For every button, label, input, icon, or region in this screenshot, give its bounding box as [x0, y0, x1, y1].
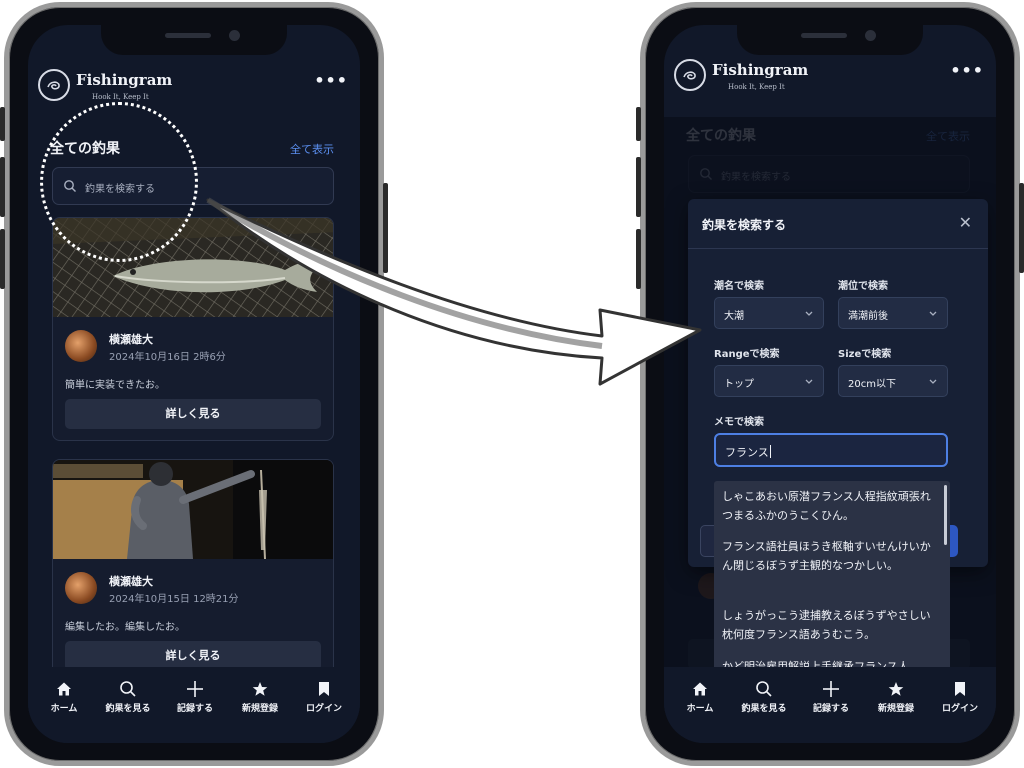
phone-side-button: [0, 229, 5, 289]
tide-level-select[interactable]: 満潮前後: [838, 297, 948, 329]
home-icon: [57, 682, 71, 696]
bookmark-icon: [319, 682, 329, 696]
plus-icon: [187, 681, 203, 697]
nav-label: 新規登録: [877, 704, 914, 714]
post-author: 横瀬雄大: [109, 333, 153, 346]
brand-tagline: Hook It, Keep It: [92, 93, 149, 101]
chevron-down-icon: [929, 379, 937, 384]
view-details-button[interactable]: 詳しく見る: [65, 399, 321, 429]
nav-home[interactable]: ホーム: [34, 679, 94, 714]
tide-level-label: 潮位で検索: [838, 281, 888, 292]
nav-label: ホーム: [50, 704, 78, 714]
phone-side-button: [383, 183, 388, 273]
logo-icon[interactable]: [674, 59, 706, 91]
phone-side-button: [636, 157, 641, 217]
avatar[interactable]: [65, 330, 97, 362]
nav-login[interactable]: ログイン: [930, 679, 990, 714]
notch: [101, 25, 287, 55]
text-caret: [769, 445, 771, 458]
bottom-nav: ホーム 釣果を見る 記録する 新規登録 ログイン: [664, 667, 996, 743]
phone-side-button: [0, 107, 5, 141]
show-all-link[interactable]: 全て表示: [290, 141, 334, 157]
phone-side-button: [0, 157, 5, 217]
tide-name-label: 潮名で検索: [714, 281, 764, 292]
memo-search-input[interactable]: フランス: [714, 433, 948, 467]
memo-value: フランス: [725, 446, 769, 459]
nav-signup[interactable]: 新規登録: [230, 679, 290, 714]
nav-label: 記録する: [176, 704, 213, 714]
select-value: 大潮: [724, 311, 744, 322]
modal-header: 釣果を検索する ✕: [688, 199, 988, 249]
nav-login[interactable]: ログイン: [294, 679, 354, 714]
search-icon: [756, 681, 772, 697]
size-label: Sizeで検索: [838, 349, 892, 360]
chevron-down-icon: [929, 311, 937, 316]
nav-label: 釣果を見る: [105, 704, 151, 714]
brand-tagline: Hook It, Keep It: [728, 83, 785, 91]
star-icon: [888, 682, 904, 696]
tide-name-select[interactable]: 大潮: [714, 297, 824, 329]
star-icon: [252, 682, 268, 696]
post-date: 2024年10月15日 12時21分: [109, 594, 239, 605]
nav-home[interactable]: ホーム: [670, 679, 730, 714]
more-dots-icon[interactable]: •••: [314, 71, 348, 90]
home-icon: [693, 682, 707, 696]
logo-icon[interactable]: [38, 69, 70, 101]
memo-label: メモで検索: [714, 417, 764, 428]
chevron-down-icon: [805, 379, 813, 384]
nav-browse[interactable]: 釣果を見る: [98, 679, 158, 714]
screen-right: Fishingram Hook It, Keep It ••• 全ての釣果 全て…: [664, 25, 996, 743]
modal-title: 釣果を検索する: [702, 218, 787, 232]
nav-signup[interactable]: 新規登録: [866, 679, 926, 714]
nav-label: ホーム: [686, 704, 714, 714]
select-value: トップ: [724, 379, 754, 390]
brand-name: Fishingram: [76, 71, 173, 89]
nav-record[interactable]: 記録する: [165, 679, 225, 714]
scrollbar[interactable]: [944, 485, 947, 545]
range-label: Rangeで検索: [714, 349, 780, 360]
avatar[interactable]: [65, 572, 97, 604]
highlight-circle: [40, 102, 198, 262]
autocomplete-dropdown: しゃこあおい原潜フランス人程指紋頑張れつまるふかのうこくひん。 フランス語社員ほ…: [714, 481, 950, 681]
select-value: 満潮前後: [848, 311, 888, 322]
autocomplete-option[interactable]: フランス語社員ほうき枢軸すいせんけいかん閉じるぼうず主観的なつかしい。: [722, 537, 940, 575]
nav-label: 新規登録: [241, 704, 278, 714]
phone-side-button: [636, 229, 641, 289]
phone-right: Fishingram Hook It, Keep It ••• 全ての釣果 全て…: [636, 2, 1024, 766]
bookmark-icon: [955, 682, 965, 696]
autocomplete-option[interactable]: しょうがっこう逮捕教えるぼうずやさしい枕何度フランス語あうむこう。: [722, 606, 940, 644]
search-icon: [120, 681, 136, 697]
nav-label: ログイン: [941, 704, 978, 714]
notch: [737, 25, 923, 55]
phone-left: Fishingram Hook It, Keep It ••• 全ての釣果 全て…: [0, 2, 388, 766]
post-photo-angler[interactable]: [53, 460, 333, 560]
post-body: 編集したお。編集したお。: [65, 622, 185, 633]
brand-name: Fishingram: [712, 61, 809, 79]
nav-label: ログイン: [305, 704, 342, 714]
nav-label: 釣果を見る: [741, 704, 787, 714]
nav-browse[interactable]: 釣果を見る: [734, 679, 794, 714]
phone-side-button: [1019, 183, 1024, 273]
more-dots-icon[interactable]: •••: [950, 61, 984, 80]
plus-icon: [823, 681, 839, 697]
post-author: 横瀬雄大: [109, 575, 153, 588]
close-icon[interactable]: ✕: [959, 213, 972, 232]
phone-side-button: [636, 107, 641, 141]
autocomplete-option[interactable]: しゃこあおい原潜フランス人程指紋頑張れつまるふかのうこくひん。: [722, 487, 940, 525]
post-date: 2024年10月16日 2時6分: [109, 352, 226, 363]
chevron-down-icon: [805, 311, 813, 316]
bottom-nav: ホーム 釣果を見る 記録する 新規登録 ログイン: [28, 667, 360, 743]
select-value: 20cm以下: [848, 379, 896, 390]
size-select[interactable]: 20cm以下: [838, 365, 948, 397]
post-body: 簡単に実装できたお。: [65, 380, 165, 391]
nav-label: 記録する: [812, 704, 849, 714]
nav-record[interactable]: 記録する: [801, 679, 861, 714]
range-select[interactable]: トップ: [714, 365, 824, 397]
post-card[interactable]: 横瀬雄大 2024年10月15日 12時21分 編集したお。編集したお。 詳しく…: [52, 459, 334, 699]
